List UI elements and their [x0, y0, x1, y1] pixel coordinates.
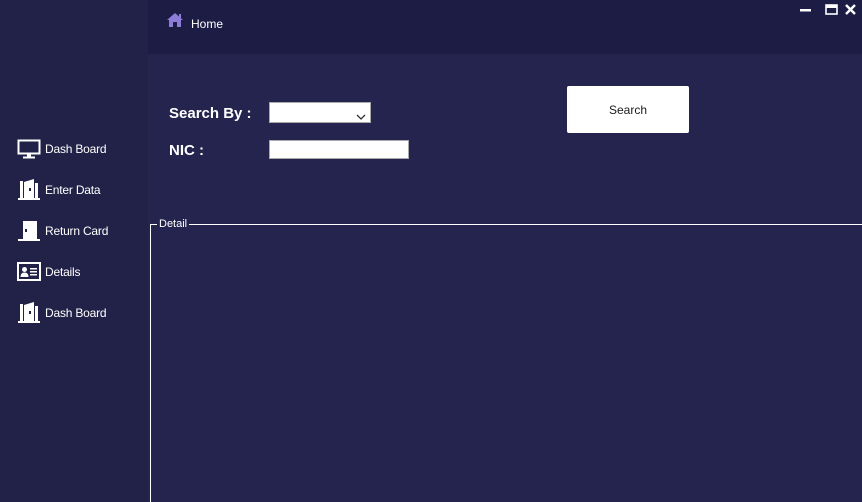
sidebar-item-details[interactable]: Details: [17, 260, 80, 284]
sidebar-item-dashboard[interactable]: Dash Board: [17, 137, 107, 161]
door-open-icon: [17, 302, 43, 324]
search-by-select[interactable]: [269, 102, 371, 123]
sidebar: Dash Board Enter Data Return Card Detail…: [0, 0, 148, 502]
sidebar-item-enter-data[interactable]: Enter Data: [17, 178, 101, 202]
id-card-icon: [17, 261, 43, 283]
sidebar-item-label: Dash Board: [45, 142, 107, 156]
monitor-icon: [17, 138, 43, 160]
sidebar-item-label: Dash Board: [45, 306, 107, 320]
sidebar-item-dashboard-2[interactable]: Dash Board: [17, 301, 107, 325]
door-enter-icon: [17, 179, 43, 201]
home-icon: [166, 12, 184, 33]
search-by-label: Search By :: [169, 105, 252, 122]
home-label: Home: [191, 17, 224, 31]
detail-groupbox: [150, 224, 862, 502]
door-exit-icon: [17, 220, 43, 242]
chevron-down-icon: [356, 108, 366, 126]
sidebar-item-label: Return Card: [45, 224, 109, 238]
home-link[interactable]: Home: [166, 12, 223, 33]
sidebar-item-return-card[interactable]: Return Card: [17, 219, 108, 243]
nic-label: NIC :: [169, 142, 204, 159]
minimize-icon[interactable]: [798, 2, 814, 18]
sidebar-item-label: Enter Data: [45, 183, 101, 197]
nic-input[interactable]: [269, 140, 409, 159]
detail-group-label: Detail: [157, 218, 190, 230]
maximize-icon[interactable]: [824, 2, 840, 18]
search-button[interactable]: Search: [567, 86, 689, 133]
sidebar-item-label: Details: [45, 265, 81, 279]
close-icon[interactable]: [843, 2, 859, 18]
header-bar: Home: [148, 0, 862, 54]
